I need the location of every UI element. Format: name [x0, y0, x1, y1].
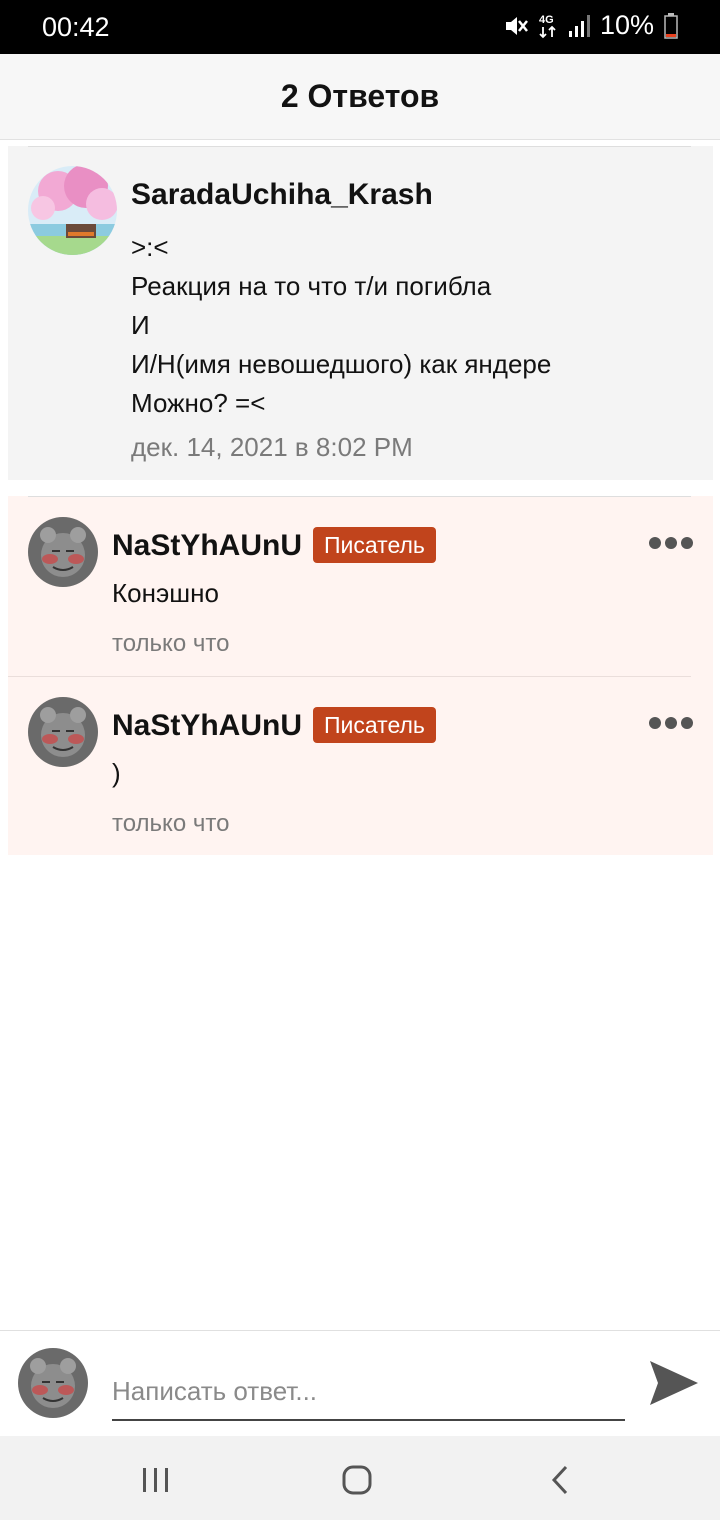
- replies-list: NaStYhAUnU Писатель Конэшно только что N…: [8, 496, 713, 855]
- home-icon[interactable]: [337, 1460, 377, 1500]
- mute-icon: [505, 16, 528, 35]
- battery-icon: [664, 12, 678, 39]
- battery-percent: 10%: [599, 10, 654, 40]
- send-icon[interactable]: [648, 1357, 700, 1409]
- status-time: 00:42: [42, 12, 110, 42]
- comment-text: >:< Реакция на то что т/и погибла И И/Н(…: [131, 228, 551, 423]
- 4g-icon: 4G: [539, 14, 556, 38]
- more-dots-icon[interactable]: [649, 536, 693, 550]
- comment-line: И/Н(имя невошедшого) как яндере: [131, 349, 552, 379]
- reply-input[interactable]: [112, 1353, 625, 1421]
- divider: [28, 146, 691, 147]
- more-dots-icon[interactable]: [649, 716, 693, 730]
- reply-item: NaStYhAUnU Писатель ) только что: [8, 676, 713, 856]
- reply-time: только что: [112, 630, 230, 657]
- reply-time: только что: [112, 810, 230, 837]
- avatar[interactable]: [28, 697, 98, 767]
- role-badge: Писатель: [313, 527, 436, 563]
- comment-line: И: [131, 310, 150, 340]
- reply-text: ): [112, 758, 121, 788]
- comment-author[interactable]: SaradaUchiha_Krash: [131, 178, 433, 212]
- signal-icon: [568, 14, 590, 37]
- back-icon[interactable]: [540, 1460, 580, 1500]
- avatar[interactable]: [28, 166, 117, 255]
- original-comment: SaradaUchiha_Krash >:< Реакция на то что…: [8, 146, 713, 480]
- recents-icon[interactable]: [136, 1460, 176, 1500]
- reply-item: NaStYhAUnU Писатель Конэшно только что: [8, 496, 713, 676]
- status-bar: 00:42 4G 10%: [0, 0, 720, 54]
- svg-text:4G: 4G: [539, 14, 554, 26]
- divider: [8, 676, 691, 677]
- reply-composer: [0, 1330, 720, 1436]
- reply-text: Конэшно: [112, 578, 219, 608]
- system-nav-bar: [0, 1436, 720, 1520]
- role-badge: Писатель: [313, 707, 436, 743]
- header: 2 Ответов: [0, 54, 720, 140]
- reply-author[interactable]: NaStYhAUnU: [112, 709, 302, 743]
- status-icons: 4G 10%: [502, 10, 678, 41]
- avatar: [18, 1348, 88, 1418]
- avatar[interactable]: [28, 517, 98, 587]
- reply-author[interactable]: NaStYhAUnU: [112, 529, 302, 563]
- page-title: 2 Ответов: [280, 78, 440, 114]
- comment-line: Можно? =<: [131, 388, 266, 418]
- comment-date: дек. 14, 2021 в 8:02 PM: [131, 432, 413, 462]
- comment-line: Реакция на то что т/и погибла: [131, 271, 492, 301]
- comment-line: >:<: [131, 232, 169, 262]
